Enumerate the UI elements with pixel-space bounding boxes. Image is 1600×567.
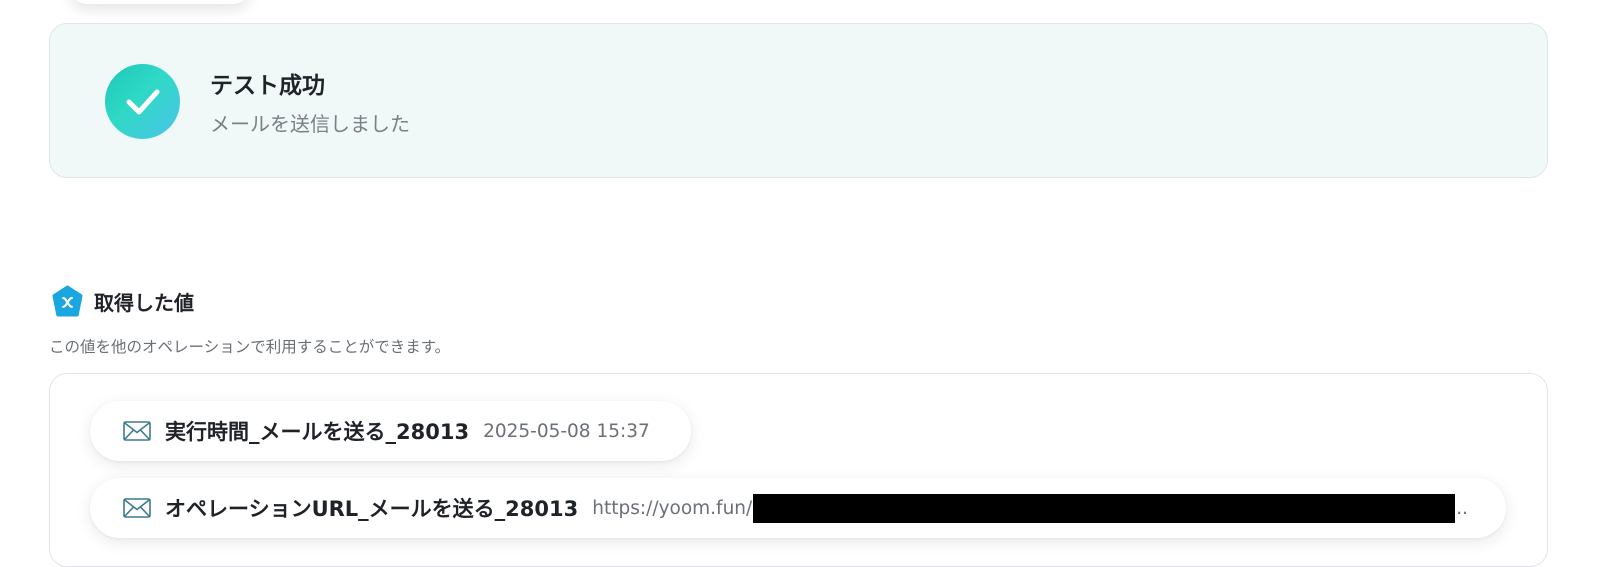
previous-card-edge — [70, 0, 250, 4]
success-subtitle: メールを送信しました — [210, 112, 410, 136]
value-item-value: 2025-05-08 15:37 — [483, 420, 650, 442]
variable-icon — [52, 285, 83, 317]
value-truncation: .. — [1456, 497, 1469, 519]
mail-icon — [123, 498, 151, 518]
success-title: テスト成功 — [210, 73, 325, 99]
test-success-card: テスト成功 メールを送信しました — [49, 23, 1548, 178]
redacted-block — [753, 493, 1456, 523]
check-icon — [105, 64, 180, 139]
values-list: 実行時間_メールを送る_28013 2025-05-08 15:37 オペレーシ… — [49, 373, 1548, 567]
value-item-value: https://yoom.fun/ — [592, 497, 753, 519]
value-item-operation-url[interactable]: オペレーションURL_メールを送る_28013 https://yoom.fun… — [90, 478, 1506, 538]
values-header: 取得した値 — [51, 285, 194, 318]
values-description: この値を他のオペレーションで利用することができます。 — [49, 338, 451, 356]
value-item-execution-time[interactable]: 実行時間_メールを送る_28013 2025-05-08 15:37 — [90, 401, 691, 461]
value-item-label: オペレーションURL_メールを送る_28013 — [165, 497, 579, 521]
value-item-label: 実行時間_メールを送る_28013 — [165, 420, 470, 444]
mail-icon — [123, 421, 151, 441]
values-title: 取得した値 — [94, 291, 194, 315]
